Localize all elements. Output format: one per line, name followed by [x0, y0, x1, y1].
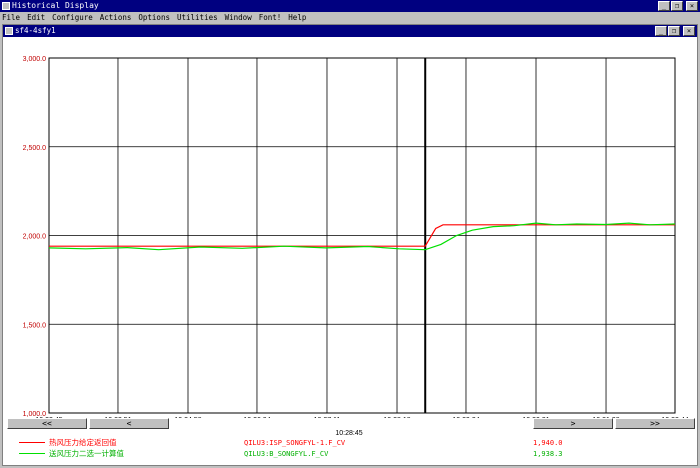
scroll-last-button[interactable]: >>	[615, 418, 695, 429]
trend-chart[interactable]: 3,000.02,500.02,000.01,500.01,000.010:22…	[3, 38, 697, 418]
y-tick-label: 2,500.0	[23, 145, 46, 152]
menu-window[interactable]: Window	[225, 12, 252, 23]
legend-tag-2: QILU3:B_SONGFYL.F_CV	[244, 450, 329, 458]
child-window-controls: _ ❐ ×	[655, 25, 695, 37]
y-tick-label: 3,000.0	[23, 56, 46, 63]
legend-value-1: 1,940.0	[533, 439, 563, 447]
scroll-first-button[interactable]: <<	[7, 418, 87, 429]
child-system-menu-icon[interactable]	[5, 27, 13, 35]
child-title: sf4-4sfy1	[15, 26, 56, 35]
minimize-button[interactable]: _	[658, 1, 670, 11]
menu-actions[interactable]: Actions	[100, 12, 132, 23]
x-tick-label: 10:29:24	[452, 417, 479, 418]
child-minimize-button[interactable]: _	[655, 26, 667, 36]
app-system-menu-icon[interactable]	[2, 2, 10, 10]
scroll-next-button[interactable]: >	[533, 418, 613, 429]
child-titlebar: sf4-4sfy1 _ ❐ ×	[3, 25, 697, 37]
child-close-button[interactable]: ×	[683, 26, 695, 36]
menu-configure[interactable]: Configure	[52, 12, 93, 23]
restore-button[interactable]: ❐	[671, 1, 683, 11]
child-restore-button[interactable]: ❐	[668, 26, 680, 36]
x-tick-label: 10:28:18	[383, 417, 410, 418]
menu-help[interactable]: Help	[288, 12, 306, 23]
legend-swatch-2	[19, 453, 45, 454]
x-tick-label: 10:26:04	[243, 417, 270, 418]
legend-tag-1: QILU3:ISP_SONGFYL-1.F_CV	[244, 439, 346, 447]
cursor-time-label: 10:28:45	[335, 430, 363, 437]
app-titlebar: Historical Display _ ❐ ×	[0, 0, 700, 12]
y-tick-label: 1,500.0	[23, 322, 46, 329]
app-title: Historical Display	[12, 1, 99, 10]
scroll-prev-button[interactable]: <	[89, 418, 169, 429]
legend-desc-1: 热风压力给定返回值	[49, 438, 117, 447]
child-window: sf4-4sfy1 _ ❐ × 3,000.0 2,500.0 2,000.0 1,5…	[2, 24, 698, 466]
legend-value-2: 1,938.3	[533, 450, 563, 458]
legend-desc-2: 送风压力二选一计算值	[49, 449, 124, 458]
menu-edit[interactable]: Edit	[27, 12, 45, 23]
legend-row-2[interactable]: 送风压力二选一计算值 QILU3:B_SONGFYL.F_CV 1,938.3	[3, 449, 697, 459]
app-window-controls: _ ❐ ×	[658, 0, 698, 12]
x-tick-label: 10:27:11	[314, 417, 341, 418]
y-tick-label: 2,000.0	[23, 234, 46, 241]
menu-options[interactable]: Options	[138, 12, 170, 23]
menu-file[interactable]: File	[2, 12, 20, 23]
x-tick-label: 10:24:58	[174, 417, 201, 418]
menu-font[interactable]: Font!	[259, 12, 282, 23]
legend-swatch-1	[19, 442, 45, 443]
menu-utilities[interactable]: Utilities	[177, 12, 218, 23]
legend-row-1[interactable]: 热风压力给定返回值 QILU3:ISP_SONGFYL-1.F_CV 1,940…	[3, 438, 697, 448]
close-button[interactable]: ×	[686, 1, 698, 11]
menu-bar: File Edit Configure Actions Options Util…	[0, 12, 700, 23]
